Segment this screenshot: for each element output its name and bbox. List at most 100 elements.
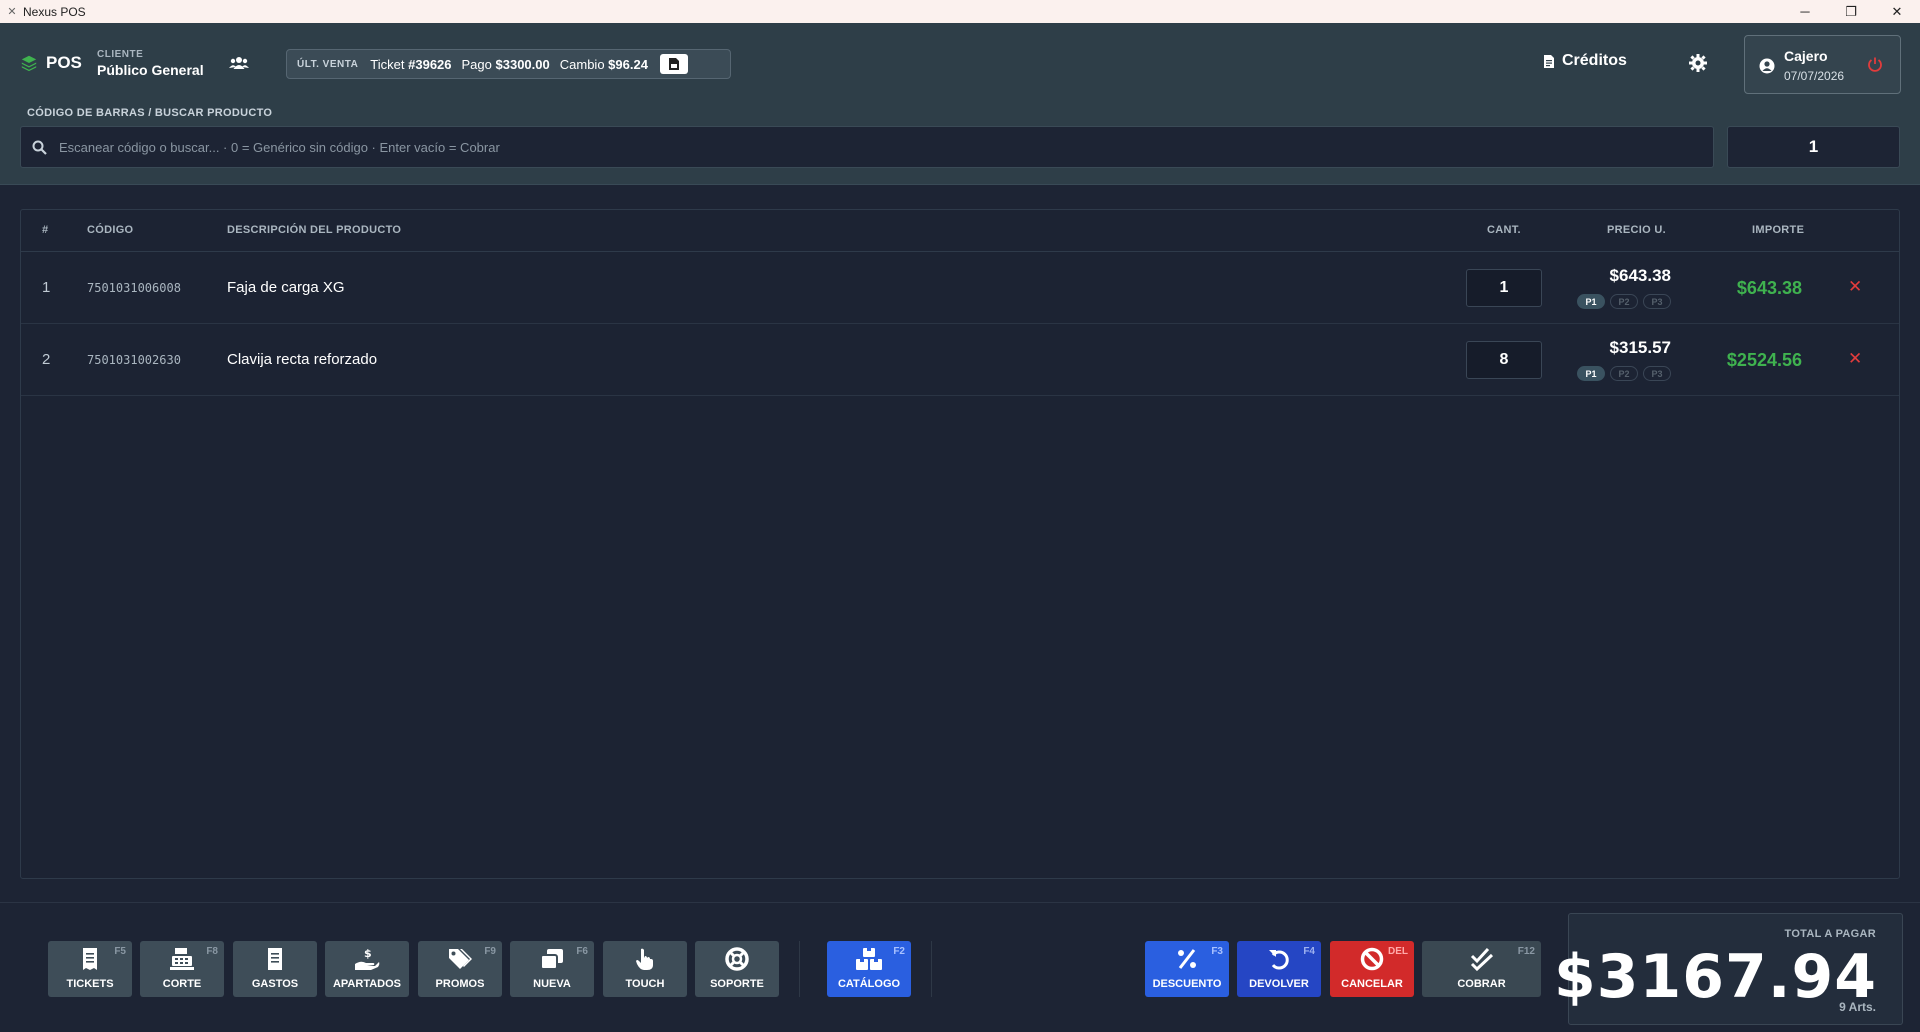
row-qty-input[interactable]: 8 <box>1466 341 1542 379</box>
gastos-button[interactable]: GASTOS <box>233 941 317 997</box>
restore-icon[interactable]: ❐ <box>1828 0 1874 23</box>
credits-label: Créditos <box>1562 52 1627 69</box>
apartados-button[interactable]: $ APARTADOS <box>325 941 409 997</box>
header-description: DESCRIPCIÓN DEL PRODUCTO <box>227 224 402 236</box>
header: POS CLIENTE Público General ÚLT. VENTA T… <box>0 23 1920 185</box>
change-value: $96.24 <box>608 56 648 72</box>
delete-row-icon[interactable]: ✕ <box>1848 349 1862 369</box>
price-level-p2[interactable]: P2 <box>1610 366 1638 381</box>
shortcut-key: F3 <box>1211 946 1223 957</box>
row-unit-price: $643.38 <box>1609 266 1671 285</box>
brand: POS <box>20 53 82 73</box>
search-input[interactable] <box>59 139 1659 155</box>
quantity-input[interactable]: 1 <box>1727 126 1900 168</box>
shortcut-key: F4 <box>1303 946 1315 957</box>
client-label: CLIENTE <box>97 49 144 60</box>
button-label: CANCELAR <box>1341 978 1403 990</box>
hand-dollar-icon: $ <box>325 947 409 971</box>
search-box[interactable] <box>20 126 1714 168</box>
corte-button[interactable]: F8 CORTE <box>140 941 224 997</box>
header-code: CÓDIGO <box>87 224 134 236</box>
table-row[interactable]: 1 7501031006008 Faja de carga XG 1 $643.… <box>21 252 1899 324</box>
row-description: Faja de carga XG <box>227 279 345 296</box>
cashier-panel[interactable]: Cajero 07/07/2026 <box>1744 35 1901 94</box>
divider <box>799 941 800 997</box>
touch-icon <box>603 947 687 971</box>
change-label: Cambio <box>559 56 605 72</box>
print-ticket-button[interactable] <box>659 54 688 74</box>
cobrar-button[interactable]: F12 COBRAR <box>1422 941 1541 997</box>
close-icon[interactable]: ✕ <box>1874 0 1920 23</box>
search-icon <box>32 140 47 155</box>
row-description: Clavija recta reforzado <box>227 351 378 368</box>
window-controls: ─ ❐ ✕ <box>1782 0 1920 23</box>
table-row[interactable]: 2 7501031002630 Clavija recta reforzado … <box>21 324 1899 396</box>
button-label: DESCUENTO <box>1152 978 1222 990</box>
last-sale-summary: ÚLT. VENTA Ticket #39626 Pago $3300.00 C… <box>286 49 731 79</box>
users-icon[interactable] <box>228 53 250 73</box>
minimize-icon[interactable]: ─ <box>1782 0 1828 23</box>
row-qty-input[interactable]: 1 <box>1466 269 1542 307</box>
button-label: DEVOLVER <box>1249 978 1309 990</box>
price-levels: P1 P2 P3 <box>1577 366 1671 381</box>
tickets-button[interactable]: F5 TICKETS <box>48 941 132 997</box>
cancelar-button[interactable]: DEL CANCELAR <box>1330 941 1414 997</box>
devolver-button[interactable]: F4 DEVOLVER <box>1237 941 1321 997</box>
file-icon <box>1544 54 1554 68</box>
shortcut-key: F5 <box>114 946 126 957</box>
button-label: TICKETS <box>66 978 114 990</box>
user-circle-icon <box>1759 58 1775 74</box>
cashier-name: Cajero <box>1784 48 1828 64</box>
soporte-button[interactable]: SOPORTE <box>695 941 779 997</box>
button-label: CATÁLOGO <box>837 978 901 990</box>
promos-button[interactable]: F9 PROMOS <box>418 941 502 997</box>
shortcut-key: F9 <box>484 946 496 957</box>
window-titlebar: ✕ Nexus POS ─ ❐ ✕ <box>0 0 1920 23</box>
total-amount: $3167.94 <box>1553 942 1877 1012</box>
ticket-label: Ticket <box>370 56 405 72</box>
price-level-p3[interactable]: P3 <box>1643 366 1671 381</box>
power-icon[interactable] <box>1867 56 1883 72</box>
button-label: TOUCH <box>625 978 665 990</box>
row-amount: $643.38 <box>1736 278 1802 298</box>
header-qty: CANT. <box>1487 224 1521 236</box>
layers-icon <box>21 55 37 72</box>
descuento-button[interactable]: F3 DESCUENTO <box>1145 941 1229 997</box>
app-icon: ✕ <box>7 5 17 18</box>
gear-icon[interactable] <box>1688 53 1708 73</box>
total-label: TOTAL A PAGAR <box>1784 928 1876 940</box>
last-sale-payment: Pago $3300.00 <box>462 57 550 72</box>
price-level-p3[interactable]: P3 <box>1643 294 1671 309</box>
button-label: PROMOS <box>435 978 485 990</box>
price-level-p1[interactable]: P1 <box>1577 294 1605 309</box>
header-unit-price: PRECIO U. <box>1607 224 1666 236</box>
button-label: CORTE <box>162 978 202 990</box>
last-sale-ticket: Ticket #39626 <box>370 57 451 72</box>
button-label: GASTOS <box>251 978 299 990</box>
shortcut-key: F12 <box>1517 946 1535 957</box>
price-level-p2[interactable]: P2 <box>1610 294 1638 309</box>
header-amount: IMPORTE <box>1752 224 1805 236</box>
shortcut-key: F2 <box>893 946 905 957</box>
search-label: CÓDIGO DE BARRAS / BUSCAR PRODUCTO <box>27 107 273 119</box>
price-levels: P1 P2 P3 <box>1577 294 1671 309</box>
row-unit-price: $315.57 <box>1609 338 1671 357</box>
cart-table: # CÓDIGO DESCRIPCIÓN DEL PRODUCTO CANT. … <box>20 209 1900 879</box>
credits-button[interactable]: Créditos <box>1543 52 1627 70</box>
touch-button[interactable]: TOUCH <box>603 941 687 997</box>
payment-label: Pago <box>461 56 492 72</box>
row-code: 7501031002630 <box>87 353 181 367</box>
row-index: 2 <box>42 351 51 368</box>
button-label: NUEVA <box>533 978 571 990</box>
client-info[interactable]: CLIENTE Público General <box>97 49 204 78</box>
nueva-button[interactable]: F6 NUEVA <box>510 941 594 997</box>
shortcut-key: DEL <box>1388 946 1408 957</box>
catalogo-button[interactable]: F2 CATÁLOGO <box>827 941 911 997</box>
row-code: 7501031006008 <box>87 281 181 295</box>
delete-row-icon[interactable]: ✕ <box>1848 277 1862 297</box>
button-label: COBRAR <box>1457 978 1506 990</box>
ticket-number: #39626 <box>408 56 452 72</box>
row-index: 1 <box>42 279 51 296</box>
price-level-p1[interactable]: P1 <box>1577 366 1605 381</box>
last-sale-tag: ÚLT. VENTA <box>297 58 359 70</box>
